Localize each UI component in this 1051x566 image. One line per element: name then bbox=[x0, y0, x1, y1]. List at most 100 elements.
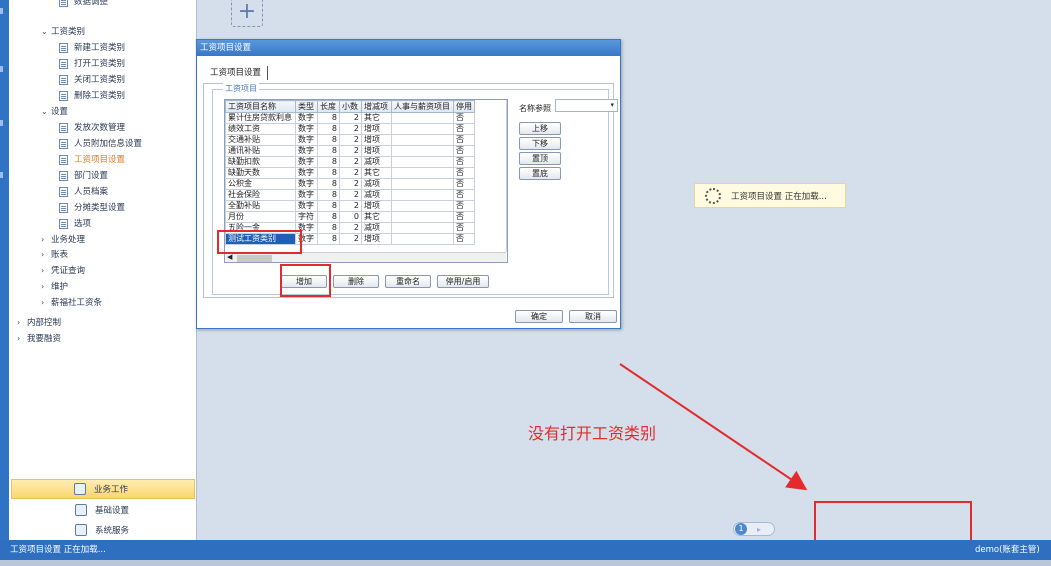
table-cell[interactable]: 减项 bbox=[361, 222, 392, 234]
table-cell[interactable]: 否 bbox=[453, 112, 475, 124]
table-cell[interactable]: 增项 bbox=[361, 134, 392, 146]
move-bottom-button[interactable]: 置底 bbox=[519, 167, 561, 180]
column-header[interactable]: 小数 bbox=[339, 100, 362, 113]
chevron-right-icon[interactable]: › bbox=[41, 233, 51, 247]
table-row[interactable]: 绩效工资 数字 8 2 增项 否 bbox=[225, 123, 475, 135]
table-cell[interactable] bbox=[391, 233, 454, 245]
table-cell[interactable]: 2 bbox=[339, 189, 362, 201]
table-cell[interactable]: 减项 bbox=[361, 156, 392, 168]
nav-item[interactable]: ⌄ 设置 bbox=[41, 105, 68, 119]
table-cell[interactable]: 否 bbox=[453, 145, 475, 157]
table-row[interactable]: 累计住房贷款利息 数字 8 2 其它 否 bbox=[225, 112, 475, 124]
chevron-right-icon[interactable]: › bbox=[41, 280, 51, 294]
table-cell[interactable]: 数字 bbox=[295, 134, 318, 146]
table-cell[interactable]: 全勤补贴 bbox=[225, 200, 296, 212]
table-cell[interactable]: 8 bbox=[317, 200, 340, 212]
table-cell[interactable]: 2 bbox=[339, 112, 362, 124]
table-cell[interactable]: 否 bbox=[453, 167, 475, 179]
table-cell[interactable]: 否 bbox=[453, 178, 475, 190]
column-header[interactable]: 工资项目名称 bbox=[225, 100, 296, 113]
table-cell[interactable] bbox=[391, 178, 454, 190]
table-cell[interactable]: 否 bbox=[453, 134, 475, 146]
table-cell[interactable]: 8 bbox=[317, 145, 340, 157]
module-basic-settings-button[interactable]: 基础设置 bbox=[9, 500, 197, 520]
table-cell[interactable] bbox=[391, 211, 454, 223]
table-cell[interactable]: 累计住房贷款利息 bbox=[225, 112, 296, 124]
table-row[interactable]: 通讯补贴 数字 8 2 增项 否 bbox=[225, 145, 475, 157]
table-cell[interactable]: 2 bbox=[339, 134, 362, 146]
table-row[interactable]: 缺勤扣款 数字 8 2 减项 否 bbox=[225, 156, 475, 168]
vertical-scrollbar[interactable]: ▲ ▼ bbox=[506, 100, 507, 252]
table-cell[interactable]: 8 bbox=[317, 233, 340, 245]
table-cell[interactable]: 其它 bbox=[361, 211, 392, 223]
nav-item[interactable]: 新建工资类别 bbox=[59, 41, 125, 55]
table-cell[interactable]: 否 bbox=[453, 123, 475, 135]
module-business-button[interactable]: 业务工作 bbox=[11, 479, 195, 499]
move-top-button[interactable]: 置顶 bbox=[519, 152, 561, 165]
nav-item[interactable]: › 业务处理 bbox=[41, 233, 85, 247]
table-cell[interactable]: 缺勤扣款 bbox=[225, 156, 296, 168]
nav-item[interactable]: › 凭证查询 bbox=[41, 264, 85, 278]
table-cell[interactable]: 字符 bbox=[295, 211, 318, 223]
delete-button[interactable]: 删除 bbox=[333, 275, 379, 288]
table-cell[interactable]: 8 bbox=[317, 189, 340, 201]
chevron-right-icon[interactable]: › bbox=[17, 332, 27, 346]
table-cell[interactable]: 否 bbox=[453, 233, 475, 245]
table-cell[interactable]: 数字 bbox=[295, 145, 318, 157]
table-cell[interactable]: 2 bbox=[339, 123, 362, 135]
table-cell[interactable] bbox=[391, 123, 454, 135]
table-cell[interactable]: 2 bbox=[339, 145, 362, 157]
table-cell[interactable]: 社会保险 bbox=[225, 189, 296, 201]
table-cell[interactable]: 否 bbox=[453, 211, 475, 223]
table-cell[interactable]: 8 bbox=[317, 123, 340, 135]
table-cell[interactable]: 8 bbox=[317, 112, 340, 124]
table-row[interactable]: 社会保险 数字 8 2 减项 否 bbox=[225, 189, 475, 201]
nav-item[interactable]: 人员档案 bbox=[59, 185, 108, 199]
add-tile-button[interactable]: + bbox=[231, 0, 263, 27]
table-cell[interactable]: 2 bbox=[339, 233, 362, 245]
table-cell[interactable]: 交通补贴 bbox=[225, 134, 296, 146]
move-down-button[interactable]: 下移 bbox=[519, 137, 561, 150]
nav-item[interactable]: 打开工资类别 bbox=[59, 57, 125, 71]
table-cell[interactable] bbox=[391, 112, 454, 124]
table-cell[interactable]: 数字 bbox=[295, 123, 318, 135]
table-cell[interactable]: 否 bbox=[453, 200, 475, 212]
nav-item[interactable]: 人员附加信息设置 bbox=[59, 137, 142, 151]
scroll-left-icon[interactable]: ◀ bbox=[227, 253, 232, 261]
nav-item[interactable]: › 维护 bbox=[41, 280, 68, 294]
chevron-right-icon[interactable]: › bbox=[17, 316, 27, 330]
ok-button[interactable]: 确定 bbox=[515, 310, 563, 323]
table-cell[interactable]: 数字 bbox=[295, 156, 318, 168]
chevron-right-icon[interactable]: › bbox=[41, 264, 51, 278]
table-cell[interactable]: 数字 bbox=[295, 167, 318, 179]
nav-item[interactable]: › 账表 bbox=[41, 248, 68, 262]
table-cell[interactable]: 2 bbox=[339, 222, 362, 234]
table-cell[interactable]: 减项 bbox=[361, 189, 392, 201]
table-row[interactable]: 缺勤天数 数字 8 2 其它 否 bbox=[225, 167, 475, 179]
nav-item[interactable]: 部门设置 bbox=[59, 169, 108, 183]
table-cell[interactable]: 2 bbox=[339, 178, 362, 190]
table-cell[interactable]: 增项 bbox=[361, 123, 392, 135]
table-cell[interactable]: 公积金 bbox=[225, 178, 296, 190]
table-cell[interactable]: 其它 bbox=[361, 112, 392, 124]
table-cell[interactable]: 8 bbox=[317, 167, 340, 179]
page-number-button[interactable]: 1 bbox=[735, 523, 747, 535]
tab-salary-item-settings[interactable]: 工资项目设置 bbox=[204, 66, 269, 80]
table-cell[interactable]: 数字 bbox=[295, 200, 318, 212]
table-cell[interactable] bbox=[391, 167, 454, 179]
column-header[interactable]: 类型 bbox=[295, 100, 318, 113]
next-page-icon[interactable]: ▸ bbox=[757, 525, 761, 534]
table-cell[interactable]: 月份 bbox=[225, 211, 296, 223]
nav-item[interactable]: 数据调整 bbox=[59, 0, 108, 9]
column-header[interactable]: 增减项 bbox=[361, 100, 392, 113]
table-cell[interactable]: 8 bbox=[317, 178, 340, 190]
nav-item[interactable]: › 内部控制 bbox=[17, 316, 61, 330]
table-cell[interactable]: 通讯补贴 bbox=[225, 145, 296, 157]
table-row[interactable]: 全勤补贴 数字 8 2 增项 否 bbox=[225, 200, 475, 212]
table-cell[interactable]: 绩效工资 bbox=[225, 123, 296, 135]
table-cell[interactable]: 8 bbox=[317, 211, 340, 223]
module-system-services-button[interactable]: 系统服务 bbox=[9, 520, 197, 540]
name-reference-select[interactable]: ▾ bbox=[555, 99, 618, 112]
table-cell[interactable]: 缺勤天数 bbox=[225, 167, 296, 179]
cancel-button[interactable]: 取消 bbox=[569, 310, 617, 323]
